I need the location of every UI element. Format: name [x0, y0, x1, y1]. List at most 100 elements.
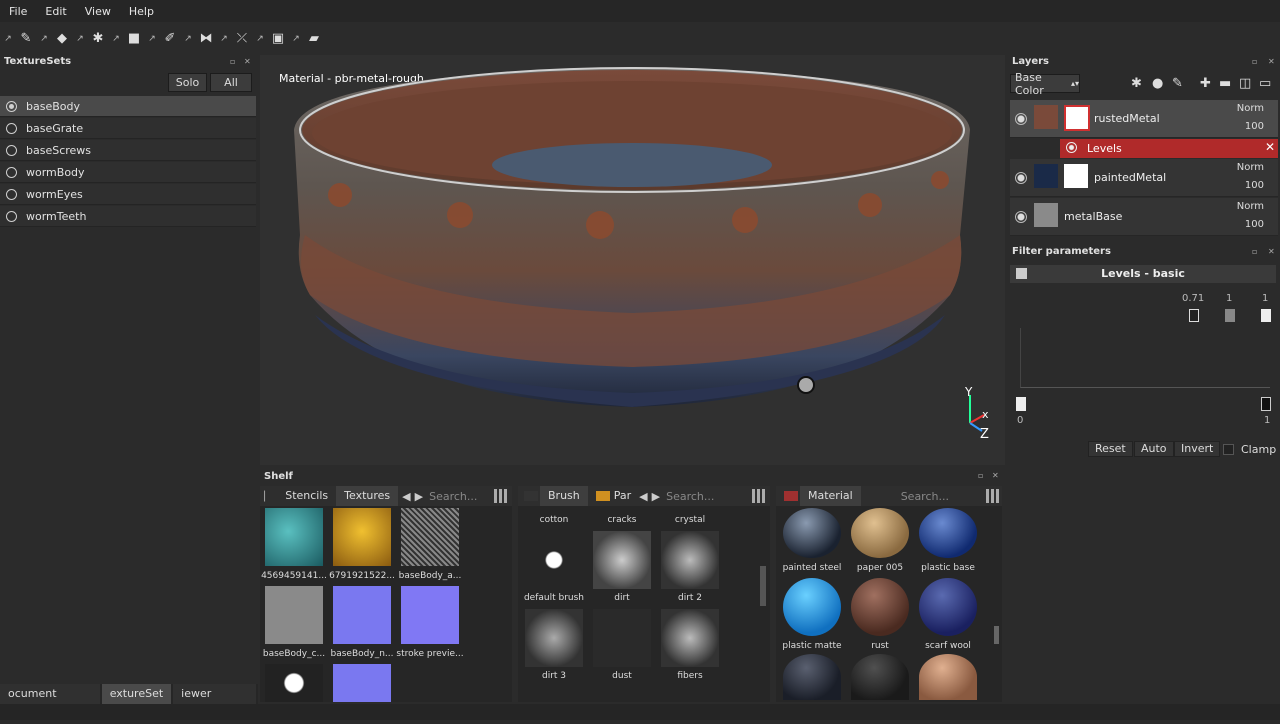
- levels-effect-row[interactable]: Levels ✕: [1060, 139, 1278, 158]
- grid-view-icon[interactable]: [752, 489, 766, 503]
- close-icon[interactable]: ✕: [1265, 140, 1275, 154]
- solo-button[interactable]: Solo: [168, 73, 207, 92]
- level-low-handle[interactable]: [1189, 309, 1199, 322]
- texture-thumbnail[interactable]: [333, 664, 391, 702]
- add-paint-icon[interactable]: ✎: [1172, 76, 1183, 91]
- layer-row[interactable]: metalBase Norm 100: [1010, 198, 1278, 236]
- textureset-item[interactable]: baseScrews: [0, 140, 256, 161]
- grid-view-icon[interactable]: [986, 489, 1000, 503]
- clamp-checkbox[interactable]: [1223, 444, 1234, 455]
- menu-edit[interactable]: Edit: [36, 5, 75, 18]
- input-max-handle[interactable]: [1261, 397, 1271, 411]
- layer-row[interactable]: paintedMetal Norm 100: [1010, 159, 1278, 197]
- popout-icon[interactable]: ↗: [146, 29, 158, 49]
- texture-thumbnail[interactable]: [401, 508, 459, 566]
- level-high-handle[interactable]: [1261, 309, 1271, 322]
- brush-thumbnail[interactable]: [661, 609, 719, 667]
- popout-icon[interactable]: ↗: [218, 29, 230, 49]
- tab-document-settings[interactable]: ocument Setting: [0, 684, 100, 720]
- popout-icon[interactable]: ↗: [110, 29, 122, 49]
- textureset-item[interactable]: wormBody: [0, 162, 256, 183]
- input-min-handle[interactable]: [1016, 397, 1026, 411]
- radio-icon[interactable]: [6, 122, 17, 134]
- symmetry-icon[interactable]: ⧓: [196, 29, 216, 49]
- popout-icon[interactable]: ▫: [1252, 247, 1257, 256]
- radio-icon[interactable]: [6, 144, 17, 156]
- popout-icon[interactable]: ↗: [74, 29, 86, 49]
- delete-layer-icon[interactable]: ▭: [1259, 76, 1271, 91]
- radio-icon[interactable]: [6, 210, 17, 222]
- add-mask-icon[interactable]: ●: [1152, 76, 1163, 91]
- textureset-item[interactable]: wormTeeth: [0, 206, 256, 227]
- texture-thumbnail[interactable]: [401, 586, 459, 644]
- prev-icon[interactable]: ◀: [639, 490, 647, 503]
- layer-opacity[interactable]: 100: [1245, 180, 1264, 191]
- popout-icon[interactable]: ▫: [978, 471, 983, 480]
- visibility-eye-icon[interactable]: [1015, 211, 1027, 223]
- radio-icon[interactable]: [6, 166, 17, 178]
- texture-thumbnail[interactable]: [265, 664, 323, 702]
- material-thumbnail[interactable]: [851, 508, 909, 558]
- texture-thumbnail[interactable]: [265, 586, 323, 644]
- radio-icon[interactable]: [6, 100, 17, 112]
- layer-row[interactable]: rustedMetal Norm 100: [1010, 100, 1278, 138]
- textureset-item[interactable]: baseBody: [0, 96, 256, 117]
- layer-opacity[interactable]: 100: [1245, 121, 1264, 132]
- brush-thumbnail[interactable]: [525, 609, 583, 667]
- menu-file[interactable]: File: [0, 5, 36, 18]
- close-icon[interactable]: ✕: [1268, 57, 1275, 66]
- add-generator-icon[interactable]: ✱: [1131, 76, 1142, 91]
- brush-thumbnail[interactable]: [593, 609, 651, 667]
- material-thumbnail[interactable]: [919, 654, 977, 700]
- material-thumbnail[interactable]: [783, 654, 841, 700]
- next-icon[interactable]: ▶: [415, 490, 423, 503]
- projection-icon[interactable]: ✱: [88, 29, 108, 49]
- tab-viewer-settings[interactable]: iewer Setting: [173, 684, 256, 720]
- color-picker-icon[interactable]: ✐: [160, 29, 180, 49]
- scroll-left-icon[interactable]: ❘: [260, 486, 277, 506]
- search-input[interactable]: Search...: [429, 490, 477, 503]
- textureset-item[interactable]: baseGrate: [0, 118, 256, 139]
- popout-icon[interactable]: ↗: [38, 29, 50, 49]
- brush-thumbnail[interactable]: [525, 531, 583, 589]
- layer-blend-mode[interactable]: Norm: [1237, 162, 1264, 173]
- symmetry-axis-icon[interactable]: ⤫: [232, 29, 252, 49]
- brush-thumbnail[interactable]: [661, 531, 719, 589]
- add-fill-icon[interactable]: ◫: [1239, 76, 1251, 91]
- menu-view[interactable]: View: [76, 5, 120, 18]
- search-input[interactable]: Search...: [901, 490, 949, 503]
- visibility-eye-icon[interactable]: [1015, 113, 1027, 125]
- tab-textures[interactable]: Textures: [336, 486, 399, 506]
- texture-thumbnail[interactable]: [333, 508, 391, 566]
- close-icon[interactable]: ✕: [992, 471, 999, 480]
- menu-help[interactable]: Help: [120, 5, 163, 18]
- popout-icon[interactable]: ↗: [182, 29, 194, 49]
- scrollbar[interactable]: [994, 626, 999, 644]
- tab-textureset[interactable]: extureSet: [101, 684, 172, 704]
- popout-icon[interactable]: ▫: [230, 57, 235, 66]
- material-thumbnail[interactable]: [783, 508, 841, 558]
- layer-blend-mode[interactable]: Norm: [1237, 103, 1264, 114]
- channel-select[interactable]: Base Color ▴▾: [1010, 71, 1080, 97]
- add-folder-icon[interactable]: ▬: [1219, 76, 1231, 91]
- invert-button[interactable]: Invert: [1174, 441, 1221, 457]
- eraser-icon[interactable]: ◆: [52, 29, 72, 49]
- all-button[interactable]: All: [210, 73, 252, 92]
- material-thumbnail[interactable]: [783, 578, 841, 636]
- next-icon[interactable]: ▶: [652, 490, 660, 503]
- level-mid-handle[interactable]: [1225, 309, 1235, 322]
- close-icon[interactable]: ✕: [1268, 247, 1275, 256]
- popout-icon[interactable]: ↗: [290, 29, 302, 49]
- layer-opacity[interactable]: 100: [1245, 219, 1264, 230]
- view-3d-icon[interactable]: ▣: [268, 29, 288, 49]
- visibility-eye-icon[interactable]: [1066, 142, 1077, 153]
- textureset-item[interactable]: wormEyes: [0, 184, 256, 205]
- prev-icon[interactable]: ◀: [402, 490, 410, 503]
- viewport-3d[interactable]: Material - pbr-metal-rough Y x Z: [260, 55, 1005, 465]
- tab-particles[interactable]: Par: [614, 486, 635, 506]
- close-icon[interactable]: ✕: [244, 57, 251, 66]
- texture-thumbnail[interactable]: [333, 586, 391, 644]
- rusted-bowl-model[interactable]: [260, 55, 1005, 465]
- auto-button[interactable]: Auto: [1134, 441, 1174, 457]
- camera-icon[interactable]: ▰: [304, 29, 324, 49]
